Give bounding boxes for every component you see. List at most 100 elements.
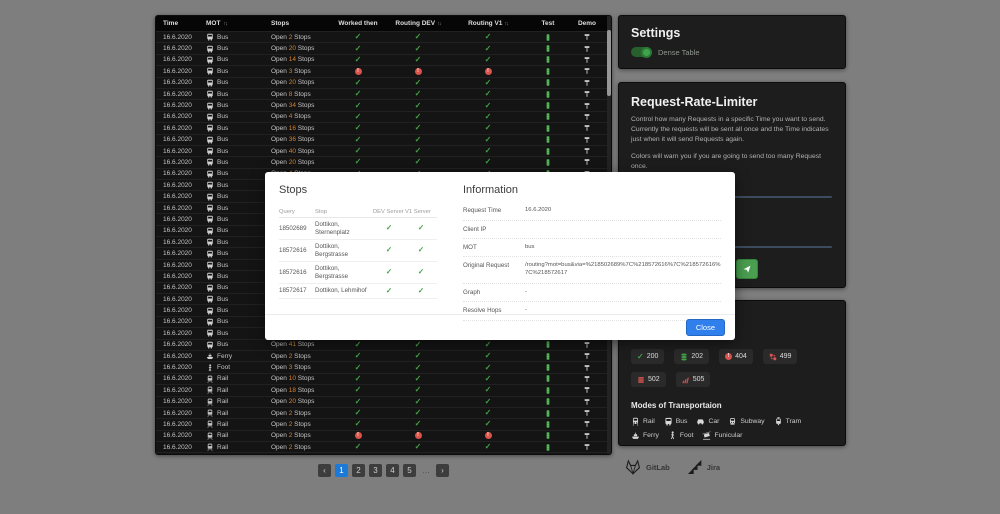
- row-demo[interactable]: [568, 158, 606, 166]
- column-header-v1[interactable]: Routing V1↑↓: [448, 20, 528, 27]
- mode-tram[interactable]: Tram: [774, 417, 802, 426]
- table-row[interactable]: 16.6.2020FootOpen 3 Stops✓✓✓: [156, 361, 609, 372]
- pagination-page-3[interactable]: 3: [369, 464, 382, 477]
- row-test[interactable]: [528, 386, 568, 395]
- row-demo[interactable]: [568, 386, 606, 394]
- modal-stops-row[interactable]: 18502689Dottikon, Sternenplatz✓✓: [279, 218, 437, 240]
- send-requests-button[interactable]: [736, 259, 758, 279]
- row-demo[interactable]: [568, 352, 606, 360]
- modal-stops-row[interactable]: 18572616Dottikon, Bergstrasse✓✓: [279, 240, 437, 262]
- table-row[interactable]: 16.6.2020BusOpen 2 Stops✓✓✓: [156, 31, 609, 42]
- mode-bus[interactable]: Bus: [664, 417, 688, 426]
- row-demo[interactable]: [568, 398, 606, 406]
- row-demo[interactable]: [568, 45, 606, 53]
- pagination-page-5[interactable]: 5: [403, 464, 416, 477]
- row-test[interactable]: [528, 420, 568, 429]
- table-row[interactable]: 16.6.2020BusOpen 36 Stops✓✓✓: [156, 134, 609, 145]
- mode-rail[interactable]: Rail: [631, 417, 655, 426]
- row-test[interactable]: [528, 33, 568, 42]
- table-row[interactable]: 16.6.2020BusOpen 3 Stops!!!: [156, 65, 609, 76]
- mode-ferry[interactable]: Ferry: [631, 431, 659, 440]
- pagination-page-2[interactable]: 2: [352, 464, 365, 477]
- row-test[interactable]: [528, 454, 568, 455]
- row-test[interactable]: [528, 112, 568, 121]
- row-demo[interactable]: [568, 432, 606, 440]
- mode-subway[interactable]: Subway: [728, 417, 764, 426]
- row-demo[interactable]: [568, 56, 606, 64]
- row-test[interactable]: [528, 352, 568, 361]
- row-demo[interactable]: [568, 409, 606, 417]
- row-test[interactable]: [528, 124, 568, 133]
- status-badge-202[interactable]: 202: [674, 349, 709, 364]
- row-test[interactable]: [528, 397, 568, 406]
- row-demo[interactable]: [568, 341, 606, 349]
- sort-icon[interactable]: ↑↓: [437, 21, 441, 27]
- row-test[interactable]: [528, 340, 568, 349]
- modal-stops-row[interactable]: 18572617Dottikon, Lehmihof✓✓: [279, 284, 437, 299]
- table-row[interactable]: 16.6.2020BusOpen 20 Stops✓✓✓: [156, 156, 609, 167]
- row-demo[interactable]: [568, 364, 606, 372]
- row-demo[interactable]: [568, 147, 606, 155]
- row-test[interactable]: [528, 374, 568, 383]
- table-row[interactable]: 16.6.2020FerryOpen 2 Stops✓✓✓: [156, 350, 609, 361]
- footer-link-jira[interactable]: Jira: [686, 459, 720, 475]
- row-demo[interactable]: [568, 420, 606, 428]
- row-demo[interactable]: [568, 375, 606, 383]
- table-row[interactable]: 16.6.2020BusOpen 40 Stops✓✓✓: [156, 145, 609, 156]
- table-row[interactable]: 16.6.2020BusOpen 20 Stops✓✓✓: [156, 77, 609, 88]
- pagination-page-4[interactable]: 4: [386, 464, 399, 477]
- row-test[interactable]: [528, 158, 568, 167]
- pagination-page-1[interactable]: 1: [335, 464, 348, 477]
- table-row[interactable]: 16.6.2020BusOpen 16 Stops✓✓✓: [156, 122, 609, 133]
- row-test[interactable]: [528, 90, 568, 99]
- table-row[interactable]: 16.6.2020RailOpen 10 Stops✓✓✓: [156, 373, 609, 384]
- sort-icon[interactable]: ↑↓: [223, 21, 227, 27]
- row-demo[interactable]: [568, 136, 606, 144]
- mode-car[interactable]: Car: [696, 417, 719, 426]
- table-row[interactable]: 16.6.2020BusOpen 41 Stops✓✓✓: [156, 339, 609, 350]
- table-row[interactable]: 16.6.2020RailOpen 2 Stops✓✓✓: [156, 407, 609, 418]
- table-row[interactable]: 16.6.2020BusOpen 4 Stops✓✓✓: [156, 111, 609, 122]
- pagination-next-button[interactable]: ›: [436, 464, 449, 477]
- row-demo[interactable]: [568, 443, 606, 451]
- status-badge-404[interactable]: !404: [719, 349, 753, 364]
- table-row[interactable]: 16.6.2020BusOpen 20 Stops✓✓✓: [156, 42, 609, 53]
- table-scrollbar-thumb[interactable]: [607, 30, 611, 96]
- table-row[interactable]: 16.6.2020RailOpen 2 Stops✓✓✓: [156, 441, 609, 452]
- row-test[interactable]: [528, 78, 568, 87]
- row-test[interactable]: [528, 409, 568, 418]
- row-demo[interactable]: [568, 67, 606, 75]
- row-test[interactable]: [528, 431, 568, 440]
- row-test[interactable]: [528, 67, 568, 76]
- table-row[interactable]: 16.6.2020BusOpen 8 Stops✓✓✓: [156, 88, 609, 99]
- mode-foot[interactable]: Foot: [668, 431, 694, 440]
- table-row[interactable]: 16.6.2020BusOpen 14 Stops✓✓✓: [156, 54, 609, 65]
- pagination-prev-button[interactable]: ‹: [318, 464, 331, 477]
- row-demo[interactable]: [568, 90, 606, 98]
- row-demo[interactable]: [568, 79, 606, 87]
- row-demo[interactable]: [568, 102, 606, 110]
- table-row[interactable]: 16.6.2020BusOpen 34 Stops✓✓✓: [156, 99, 609, 110]
- status-badge-499[interactable]: 499: [763, 349, 798, 364]
- row-demo[interactable]: [568, 33, 606, 41]
- column-header-mot[interactable]: MOT↑↓: [202, 20, 264, 27]
- table-row[interactable]: 16.6.2020RailOpen 20 Stops✓✓✓: [156, 396, 609, 407]
- footer-link-gitlab[interactable]: GitLab: [625, 459, 670, 475]
- close-button[interactable]: Close: [686, 319, 725, 336]
- modal-stops-row[interactable]: 18572616Dottikon, Bergstrasse✓✓: [279, 262, 437, 284]
- row-test[interactable]: [528, 55, 568, 64]
- row-test[interactable]: [528, 363, 568, 372]
- mode-funicular[interactable]: Funicular: [702, 431, 742, 440]
- table-row[interactable]: 16.6.2020RailOpen 2 Stops✓✓✓: [156, 452, 609, 455]
- table-row[interactable]: 16.6.2020RailOpen 18 Stops✓✓✓: [156, 384, 609, 395]
- status-badge-505[interactable]: 505: [676, 372, 711, 387]
- status-badge-502[interactable]: 502: [631, 372, 666, 387]
- row-test[interactable]: [528, 135, 568, 144]
- table-row[interactable]: 16.6.2020RailOpen 2 Stops!!!: [156, 430, 609, 441]
- table-row[interactable]: 16.6.2020RailOpen 2 Stops✓✓✓: [156, 418, 609, 429]
- column-header-dev[interactable]: Routing DEV↑↓: [388, 20, 448, 27]
- sort-icon[interactable]: ↑↓: [504, 21, 508, 27]
- row-demo[interactable]: [568, 113, 606, 121]
- row-test[interactable]: [528, 443, 568, 452]
- row-demo[interactable]: [568, 124, 606, 132]
